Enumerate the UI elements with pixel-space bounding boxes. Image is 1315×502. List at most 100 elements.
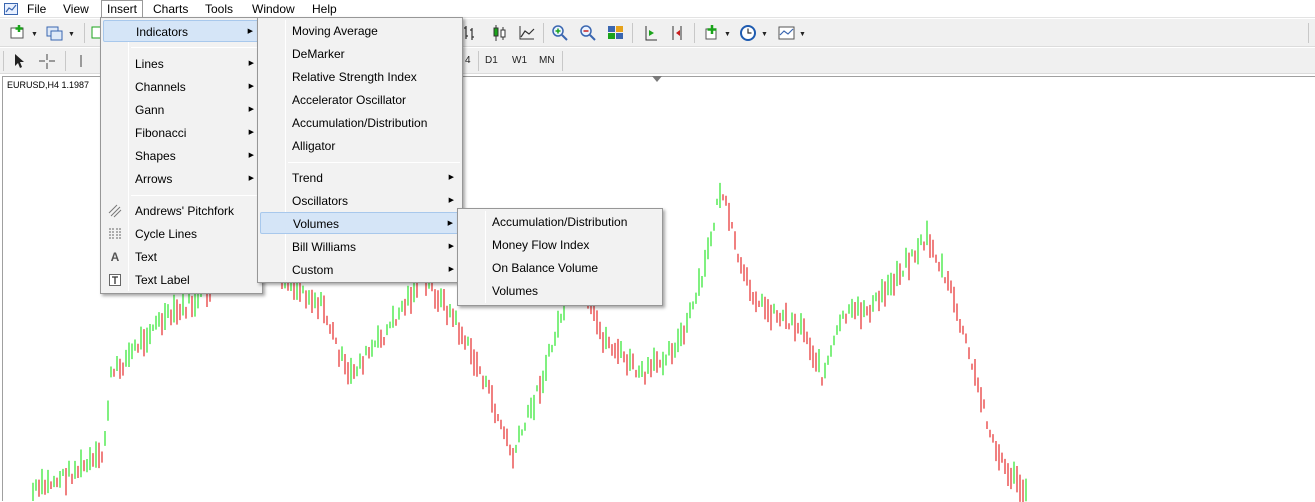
template-icon [778, 26, 795, 40]
menu-item-volumes-accumulation-distribution[interactable]: Accumulation/Distribution [460, 211, 660, 233]
submenu-arrow-icon: ▶ [448, 243, 454, 250]
submenu-arrow-icon: ▶ [248, 60, 254, 67]
menu-item-money-flow-index[interactable]: Money Flow Index [460, 234, 660, 256]
cycle-lines-icon [109, 228, 121, 240]
menu-item-fibonacci[interactable]: Fibonacci ▶ [103, 122, 260, 144]
menu-item-custom[interactable]: Custom ▶ [260, 259, 460, 281]
toolbar-separator [543, 23, 544, 43]
menu-insert[interactable]: Insert [101, 0, 144, 18]
menu-item-arrows[interactable]: Arrows ▶ [103, 168, 260, 190]
menu-item-volumes-indicator[interactable]: Volumes [460, 280, 660, 302]
chart-app-icon [4, 3, 18, 15]
chart-symbol-label: EURUSD,H4 1.1987 [7, 80, 90, 90]
toolbar-separator [478, 51, 479, 71]
menu-separator [131, 47, 260, 48]
indicators-submenu: Moving Average DeMarker Relative Strengt… [257, 17, 463, 283]
toolbar-grip [3, 51, 4, 71]
menu-item-text[interactable]: A Text [103, 246, 260, 268]
menu-file[interactable]: File [22, 0, 51, 18]
menu-item-shapes[interactable]: Shapes ▶ [103, 145, 260, 167]
submenu-arrow-icon: ▶ [248, 175, 254, 182]
menu-item-demarker[interactable]: DeMarker [260, 43, 460, 65]
zoom-out-icon [580, 25, 596, 41]
new-chart-button[interactable] [8, 23, 30, 43]
menu-separator [288, 162, 460, 163]
submenu-arrow-icon: ▶ [248, 106, 254, 113]
submenu-arrow-icon: ▶ [448, 197, 454, 204]
menu-item-channels[interactable]: Channels ▶ [103, 76, 260, 98]
toolbar-separator [84, 23, 85, 43]
bar-chart-button[interactable] [460, 23, 482, 43]
chart-shift-marker[interactable] [652, 76, 662, 82]
menu-item-cycle-lines[interactable]: Cycle Lines [103, 223, 260, 245]
cursor-button[interactable] [8, 51, 30, 71]
menu-window[interactable]: Window [247, 0, 300, 18]
profiles-button[interactable] [44, 23, 66, 43]
submenu-arrow-icon: ▶ [248, 152, 254, 159]
text-label-icon [109, 274, 121, 286]
menu-item-andrews-pitchfork[interactable]: Andrews' Pitchfork [103, 200, 260, 222]
toolbar-separator [562, 51, 563, 71]
menu-tools[interactable]: Tools [200, 0, 238, 18]
zoom-in-button[interactable] [549, 23, 571, 43]
line-chart-icon [519, 26, 535, 40]
timeframe-d1-button[interactable]: D1 [481, 52, 502, 70]
menu-item-bill-williams[interactable]: Bill Williams ▶ [260, 236, 460, 258]
tile-windows-button[interactable] [605, 23, 627, 43]
menu-view[interactable]: View [58, 0, 94, 18]
clock-icon [740, 25, 756, 41]
timeframe-w1-button[interactable]: W1 [508, 52, 531, 70]
menu-charts[interactable]: Charts [148, 0, 193, 18]
menu-item-on-balance-volume[interactable]: On Balance Volume [460, 257, 660, 279]
menu-item-gann[interactable]: Gann ▶ [103, 99, 260, 121]
chart-shift-button[interactable] [667, 23, 689, 43]
vertical-line-icon [80, 55, 82, 67]
profiles-icon [46, 26, 63, 41]
menu-bar: File View Insert Charts Tools Window Hel… [0, 0, 1315, 18]
toolbar-separator [65, 51, 66, 71]
new-chart-icon [10, 25, 24, 39]
submenu-arrow-icon: ▶ [248, 83, 254, 90]
line-chart-button[interactable] [516, 23, 538, 43]
menu-item-moving-average[interactable]: Moving Average [260, 20, 460, 42]
candlestick-icon [493, 25, 506, 41]
chevron-down-icon[interactable]: ▼ [799, 31, 806, 38]
chevron-down-icon[interactable]: ▼ [68, 31, 75, 38]
chart-shift-icon [672, 26, 682, 40]
submenu-arrow-icon: ▶ [448, 174, 454, 181]
insert-menu: Indicators ▶ Lines ▶ Channels ▶ Gann ▶ Fibon… [100, 17, 263, 294]
templates-button[interactable] [776, 23, 798, 43]
submenu-arrow-icon: ▶ [247, 28, 253, 35]
menu-separator [131, 195, 260, 196]
menu-item-rsi[interactable]: Relative Strength Index [260, 66, 460, 88]
menu-item-indicators[interactable]: Indicators ▶ [103, 20, 260, 42]
menu-item-oscillators[interactable]: Oscillators ▶ [260, 190, 460, 212]
timeframe-mn-button[interactable]: MN [535, 52, 559, 70]
menu-item-alligator[interactable]: Alligator [260, 135, 460, 157]
pitchfork-icon [108, 204, 122, 218]
zoom-out-button[interactable] [577, 23, 599, 43]
menu-item-text-label[interactable]: Text Label [103, 269, 260, 291]
menu-help[interactable]: Help [307, 0, 342, 18]
volumes-submenu: Accumulation/Distribution Money Flow Ind… [457, 208, 663, 306]
add-indicator-icon [705, 25, 717, 40]
menu-item-lines[interactable]: Lines ▶ [103, 53, 260, 75]
auto-scroll-button[interactable] [639, 23, 661, 43]
cursor-arrow-icon [15, 54, 24, 68]
menu-item-accelerator-oscillator[interactable]: Accelerator Oscillator [260, 89, 460, 111]
crosshair-button[interactable] [36, 51, 58, 71]
indicators-button[interactable] [701, 23, 723, 43]
timeframe-h4-button[interactable]: 4 [461, 52, 475, 70]
menu-item-trend[interactable]: Trend ▶ [260, 167, 460, 189]
menu-item-accumulation-distribution[interactable]: Accumulation/Distribution [260, 112, 460, 134]
chevron-down-icon[interactable]: ▼ [31, 31, 38, 38]
chevron-down-icon[interactable]: ▼ [724, 31, 731, 38]
toolbar-separator [694, 23, 695, 43]
periods-button[interactable] [738, 23, 760, 43]
vertical-line-button[interactable] [72, 51, 94, 71]
menu-item-volumes[interactable]: Volumes ▶ [260, 212, 460, 234]
zoom-in-icon [552, 25, 568, 41]
submenu-arrow-icon: ▶ [448, 266, 454, 273]
chevron-down-icon[interactable]: ▼ [761, 31, 768, 38]
candlestick-button[interactable] [488, 23, 510, 43]
